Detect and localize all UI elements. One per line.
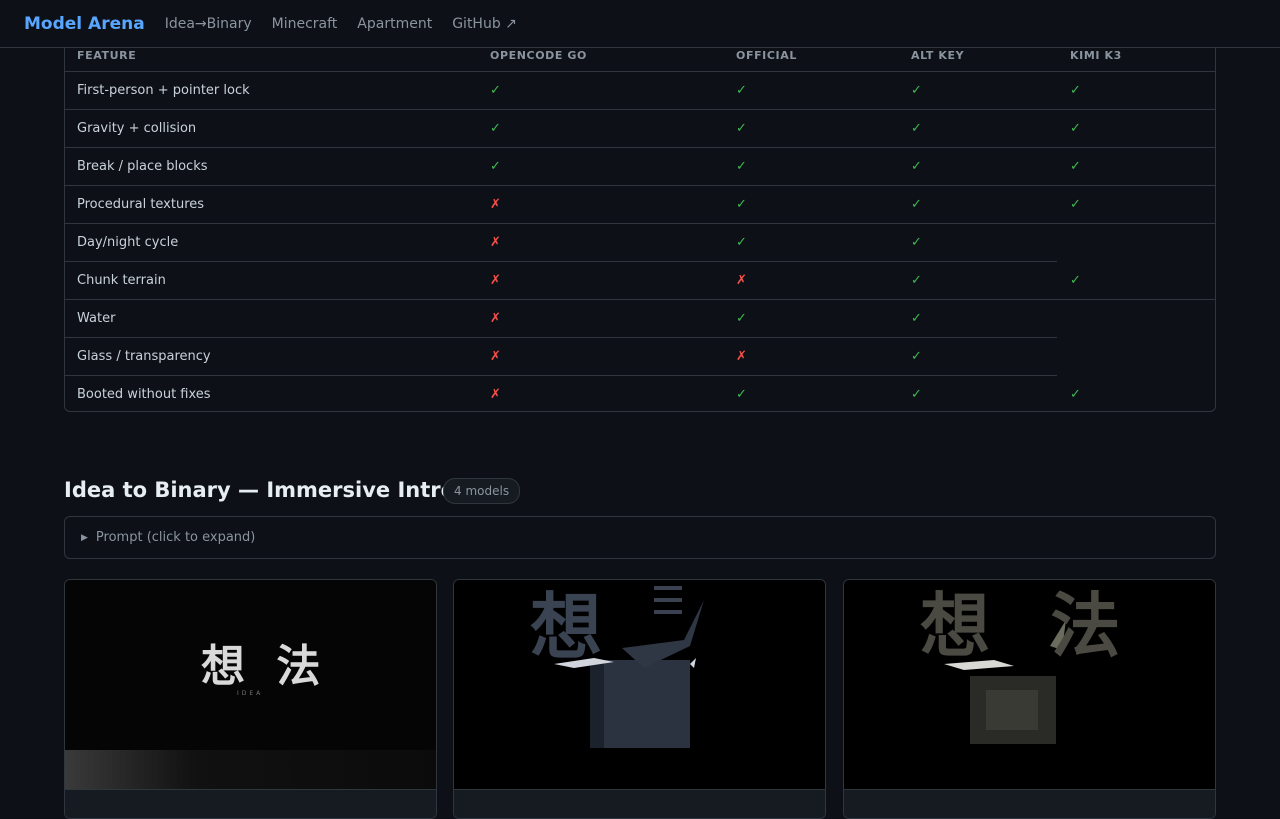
feature-label: Break / place blocks — [77, 159, 208, 174]
table-row: Procedural textures ✗ ✓ ✓ ✓ — [65, 186, 1215, 224]
header-kimi-k3: KIMI K3 — [1070, 49, 1122, 62]
cross-icon: ✗ — [736, 349, 747, 364]
expand-triangle-icon: ▶ — [81, 532, 88, 543]
check-icon: ✓ — [911, 83, 922, 98]
check-icon: ✓ — [736, 235, 747, 250]
check-icon: ✓ — [1070, 387, 1081, 402]
check-icon: ✓ — [911, 273, 922, 288]
check-icon: ✓ — [1070, 83, 1081, 98]
cross-icon: ✗ — [490, 349, 501, 364]
check-icon: ✓ — [736, 197, 747, 212]
cross-icon: ✗ — [736, 273, 747, 288]
table-row: Break / place blocks ✓ ✓ ✓ ✓ — [65, 148, 1215, 186]
model-count-badge: 4 models — [443, 478, 521, 504]
top-nav: Model Arena Idea→Binary Minecraft Apartm… — [0, 0, 1280, 48]
check-icon: ✓ — [911, 311, 922, 326]
preview-card-3[interactable]: 想 法 — [843, 579, 1216, 819]
nav-link-github[interactable]: GitHub ↗ — [452, 16, 517, 32]
check-icon: ✓ — [1070, 197, 1081, 212]
check-icon: ✓ — [1070, 121, 1081, 136]
check-icon: ✓ — [736, 121, 747, 136]
check-icon: ✓ — [911, 159, 922, 174]
header-feature: FEATURE — [77, 49, 137, 62]
check-icon: ✓ — [911, 197, 922, 212]
prompt-expander[interactable]: ▶ Prompt (click to expand) — [64, 516, 1216, 559]
cross-icon: ✗ — [490, 197, 501, 212]
header-alt-key: ALT KEY — [911, 49, 965, 62]
check-icon: ✓ — [736, 311, 747, 326]
check-icon: ✓ — [1070, 273, 1081, 288]
card-glyphs: 想 — [530, 585, 603, 669]
card-glyphs: 想 法 — [201, 641, 329, 692]
check-icon: ✓ — [911, 349, 922, 364]
check-icon: ✓ — [911, 121, 922, 136]
check-icon: ✓ — [1070, 159, 1081, 174]
prompt-label: Prompt (click to expand) — [95, 530, 256, 545]
preview-viewport: 想 — [454, 580, 825, 789]
feature-label: First-person + pointer lock — [77, 83, 250, 98]
preview-viewport: 想 法 IDEA — [65, 580, 436, 789]
cross-icon: ✗ — [490, 235, 501, 250]
header-opencode-go: OPENCODE GO — [490, 49, 588, 62]
cross-icon: ✗ — [490, 311, 501, 326]
nav-link-apartment[interactable]: Apartment — [357, 16, 432, 32]
check-icon: ✓ — [490, 159, 501, 174]
cross-icon: ✗ — [490, 273, 501, 288]
feature-label: Day/night cycle — [77, 235, 179, 250]
feature-label: Chunk terrain — [77, 273, 166, 288]
table-row: Water ✗ ✓ ✓ — [65, 300, 1215, 338]
table-row: Glass / transparency ✗ ✗ ✓ — [65, 338, 1215, 376]
cross-icon: ✗ — [490, 387, 501, 402]
table-row: Booted without fixes ✗ ✓ ✓ ✓ — [65, 376, 1215, 411]
card-footer — [844, 789, 1215, 818]
check-icon: ✓ — [490, 121, 501, 136]
table-row: Gravity + collision ✓ ✓ ✓ ✓ — [65, 110, 1215, 148]
feature-label: Gravity + collision — [77, 121, 197, 136]
card-footer — [454, 789, 825, 818]
section-title: Idea to Binary — Immersive Intro — [64, 478, 456, 502]
table-row: Day/night cycle ✗ ✓ ✓ — [65, 224, 1215, 262]
table-row: First-person + pointer lock ✓ ✓ ✓ ✓ — [65, 72, 1215, 110]
check-icon: ✓ — [736, 387, 747, 402]
header-official: OFFICIAL — [736, 49, 797, 62]
check-icon: ✓ — [911, 235, 922, 250]
card-footer — [65, 789, 436, 818]
feature-label: Glass / transparency — [77, 349, 211, 364]
feature-table: FEATURE OPENCODE GO OFFICIAL ALT KEY KIM… — [64, 36, 1216, 412]
check-icon: ✓ — [736, 83, 747, 98]
card-caption: IDEA — [237, 690, 264, 697]
feature-label: Procedural textures — [77, 197, 205, 212]
brand-logo[interactable]: Model Arena — [24, 14, 145, 34]
preview-viewport: 想 法 — [844, 580, 1215, 789]
preview-card-2[interactable]: 想 — [453, 579, 826, 819]
nav-link-minecraft[interactable]: Minecraft — [272, 16, 338, 32]
nav-link-idea-binary[interactable]: Idea→Binary — [165, 16, 252, 32]
feature-label: Booted without fixes — [77, 387, 211, 402]
card-glyphs: 想 法 — [920, 585, 1139, 667]
check-icon: ✓ — [490, 83, 501, 98]
preview-card-1[interactable]: 想 法 IDEA — [64, 579, 437, 819]
check-icon: ✓ — [911, 387, 922, 402]
table-row: Chunk terrain ✗ ✗ ✓ ✓ — [65, 262, 1215, 300]
check-icon: ✓ — [736, 159, 747, 174]
feature-label: Water — [77, 311, 116, 326]
